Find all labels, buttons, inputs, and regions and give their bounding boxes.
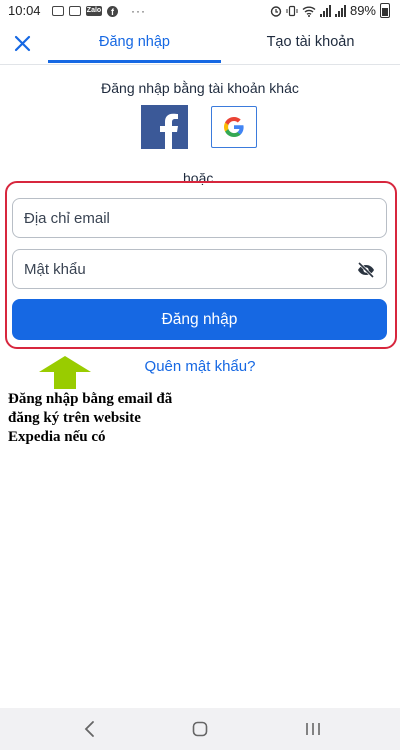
up-arrow-annotation (39, 356, 91, 389)
notification-icons: Zalo f ··· (52, 4, 146, 18)
close-icon[interactable] (8, 28, 38, 58)
facebook-icon: f (107, 5, 118, 17)
system-nav-bar (0, 708, 400, 750)
google-login-button[interactable] (211, 106, 257, 148)
status-bar: 10:04 Zalo f ··· 89% (0, 0, 400, 22)
tab-bar: Đăng nhập Tạo tài khoản (0, 22, 400, 65)
zalo-icon: Zalo (86, 6, 102, 16)
annotation-text: Đăng nhập bằng email đã đăng ký trên web… (8, 390, 228, 447)
battery-level: 89% (349, 3, 376, 18)
tab-create-account[interactable]: Tạo tài khoản (221, 22, 400, 62)
battery-icon (380, 3, 390, 18)
password-field[interactable] (12, 249, 387, 289)
wifi-icon (302, 6, 316, 17)
facebook-login-button[interactable] (141, 105, 188, 149)
social-login-label: Đăng nhập bằng tài khoản khác (101, 80, 299, 96)
back-icon[interactable] (82, 720, 98, 738)
active-tab-indicator (48, 60, 221, 63)
annotation-line: Expedia nếu có (8, 429, 106, 445)
system-icons: 89% (270, 3, 390, 18)
message-icon (52, 6, 64, 16)
forgot-password-label: Quên mật khẩu? (144, 358, 256, 375)
password-input[interactable] (13, 250, 344, 288)
status-time: 10:04 (8, 3, 41, 18)
tab-login[interactable]: Đăng nhập (48, 22, 221, 62)
signal-icon (334, 4, 346, 17)
more-dots-icon: ··· (131, 4, 146, 18)
signal-icon (319, 4, 331, 17)
message-icon (69, 6, 81, 16)
email-field[interactable] (12, 198, 387, 238)
google-icon (224, 117, 244, 137)
vibrate-icon (286, 5, 298, 16)
annotation-line: Đăng nhập bằng email đã (8, 391, 173, 407)
recents-icon[interactable] (304, 722, 322, 736)
facebook-icon (160, 113, 178, 149)
login-button[interactable]: Đăng nhập (12, 299, 387, 340)
eye-off-icon[interactable] (356, 260, 376, 280)
alarm-icon (270, 5, 282, 17)
annotation-line: đăng ký trên website (8, 410, 141, 426)
home-icon[interactable] (192, 721, 208, 737)
email-input[interactable] (13, 199, 344, 237)
